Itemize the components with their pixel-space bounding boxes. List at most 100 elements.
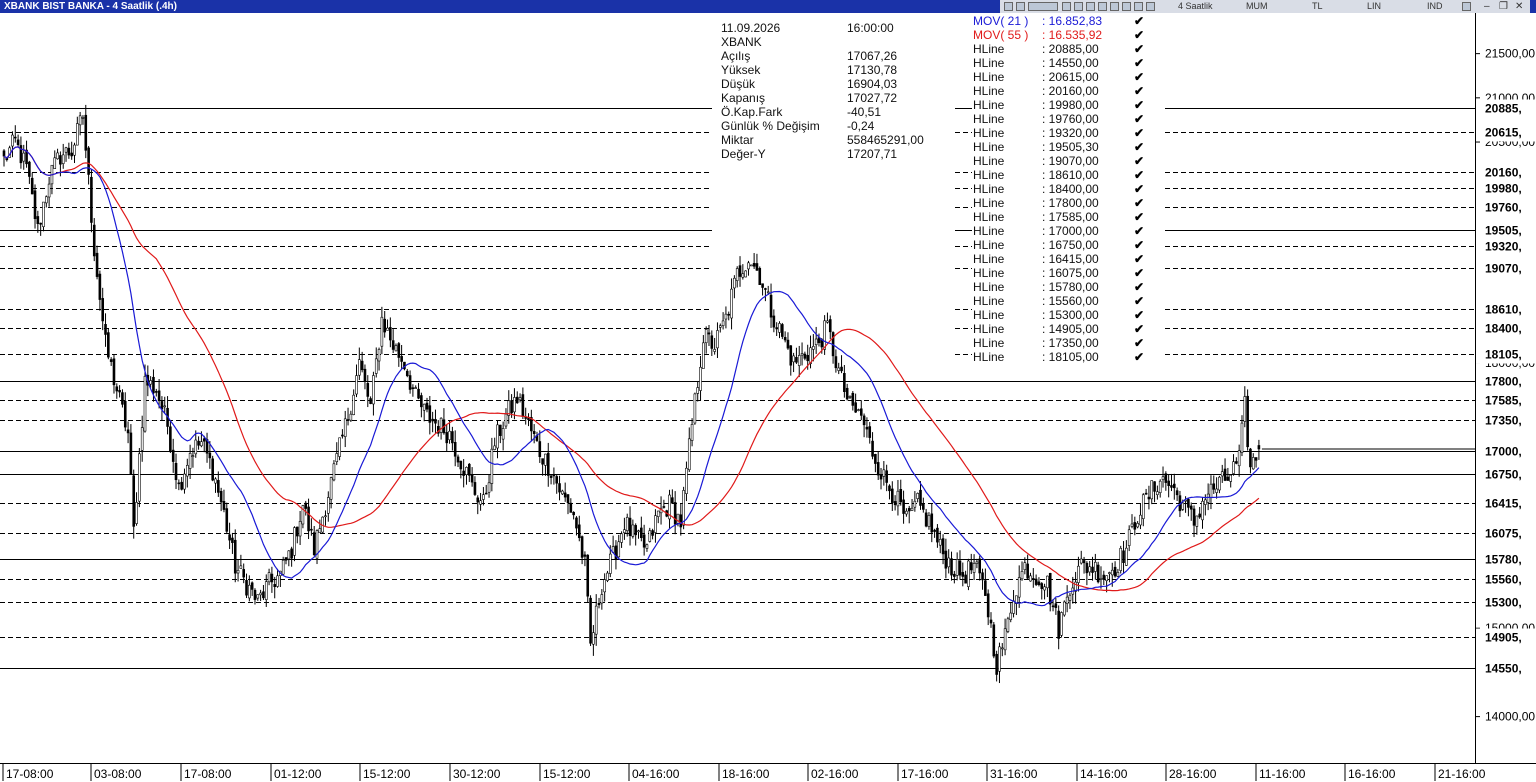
indicator-visible-check-icon[interactable]: ✔ — [1134, 350, 1144, 364]
indicator-visible-check-icon[interactable]: ✔ — [1134, 140, 1144, 154]
toolbar-check-icon[interactable] — [1146, 2, 1155, 11]
indicator-label[interactable]: HLine — [973, 182, 1004, 196]
candle-body — [143, 376, 147, 432]
mode-selector[interactable]: IND — [1427, 0, 1443, 13]
indicator-visible-check-icon[interactable]: ✔ — [1134, 196, 1144, 210]
indicator-label[interactable]: HLine — [973, 42, 1004, 56]
candle-body — [716, 330, 719, 349]
candle-body — [47, 183, 51, 198]
indicator-visible-check-icon[interactable]: ✔ — [1134, 56, 1144, 70]
candle-body — [586, 554, 590, 597]
indicator-label[interactable]: HLine — [973, 168, 1004, 182]
indicator-label[interactable]: HLine — [973, 280, 1004, 294]
indicator-label[interactable]: MOV( 21 ) — [973, 14, 1028, 28]
indicator-visible-check-icon[interactable]: ✔ — [1134, 182, 1144, 196]
toolbar-grid-icon[interactable] — [1016, 2, 1025, 11]
toolbar-move-icon[interactable] — [1074, 2, 1083, 11]
candle-body — [642, 534, 646, 548]
candle-body — [769, 294, 773, 318]
indicator-label[interactable]: HLine — [973, 98, 1004, 112]
indicator-visible-check-icon[interactable]: ✔ — [1134, 70, 1144, 84]
indicator-visible-check-icon[interactable]: ✔ — [1134, 112, 1144, 126]
indicator-label[interactable]: HLine — [973, 140, 1004, 154]
candle-body — [1249, 448, 1252, 468]
indicator-visible-check-icon[interactable]: ✔ — [1134, 154, 1144, 168]
indicator-label[interactable]: HLine — [973, 56, 1004, 70]
candle-body — [70, 152, 73, 157]
indicator-value: : 18105,00 — [1042, 350, 1099, 364]
candle-body — [417, 388, 420, 399]
indicator-visible-check-icon[interactable]: ✔ — [1134, 308, 1144, 322]
indicator-visible-check-icon[interactable]: ✔ — [1134, 322, 1144, 336]
indicator-visible-check-icon[interactable]: ✔ — [1134, 252, 1144, 266]
candle-body — [273, 584, 277, 588]
indicator-visible-check-icon[interactable]: ✔ — [1134, 210, 1144, 224]
minimize-button[interactable]: – — [1484, 1, 1490, 12]
candle-body — [338, 437, 341, 457]
toolbar-dot-icon[interactable] — [1086, 2, 1095, 11]
chart-style-selector[interactable]: MUM — [1246, 0, 1268, 13]
indicator-label[interactable]: HLine — [973, 252, 1004, 266]
indicator-label[interactable]: HLine — [973, 154, 1004, 168]
candle-body — [1136, 523, 1139, 528]
indicator-visible-check-icon[interactable]: ✔ — [1134, 224, 1144, 238]
currency-selector[interactable]: TL — [1312, 0, 1323, 13]
indicator-visible-check-icon[interactable]: ✔ — [1134, 126, 1144, 140]
close-button[interactable]: ✕ — [1515, 1, 1523, 12]
candle-body — [211, 458, 214, 481]
toolbar-select-icon[interactable] — [1122, 2, 1131, 11]
indicator-visible-check-icon[interactable]: ✔ — [1134, 98, 1144, 112]
indicator-label[interactable]: HLine — [973, 322, 1004, 336]
indicator-label[interactable]: HLine — [973, 308, 1004, 322]
indicator-visible-check-icon[interactable]: ✔ — [1134, 266, 1144, 280]
indicator-label[interactable]: HLine — [973, 224, 1004, 238]
alert-icon[interactable] — [1462, 2, 1471, 11]
indicator-label[interactable]: HLine — [973, 70, 1004, 84]
candle-body — [219, 490, 223, 503]
indicator-visible-check-icon[interactable]: ✔ — [1134, 84, 1144, 98]
indicator-label[interactable]: HLine — [973, 350, 1004, 364]
toolbar-magnet-icon[interactable] — [1110, 2, 1119, 11]
candle-body — [1147, 496, 1151, 500]
toolbar-chart-icon[interactable] — [1004, 2, 1013, 11]
candle-body — [913, 500, 917, 508]
indicator-label[interactable]: HLine — [973, 238, 1004, 252]
scale-selector[interactable]: LIN — [1367, 0, 1381, 13]
indicator-label[interactable]: HLine — [973, 294, 1004, 308]
window-title: XBANK BIST BANKA - 4 Saatlik (.4h) — [4, 1, 177, 12]
candle-body — [735, 268, 739, 281]
period-selector[interactable]: 4 Saatlik — [1178, 0, 1213, 13]
indicator-label[interactable]: HLine — [973, 112, 1004, 126]
indicator-label[interactable]: HLine — [973, 210, 1004, 224]
indicator-label[interactable]: HLine — [973, 336, 1004, 350]
indicator-visible-check-icon[interactable]: ✔ — [1134, 238, 1144, 252]
indicator-visible-check-icon[interactable]: ✔ — [1134, 14, 1144, 28]
candle-body — [840, 366, 843, 372]
indicator-visible-check-icon[interactable]: ✔ — [1134, 294, 1144, 308]
candle-body — [789, 345, 793, 366]
restore-button[interactable]: ❐ — [1499, 1, 1508, 12]
toolbar-format-icon[interactable] — [1028, 2, 1058, 11]
toolbar-brush-icon[interactable] — [1098, 2, 1107, 11]
candle-body — [276, 575, 279, 587]
toolbar-zoom-icon[interactable] — [1062, 2, 1071, 11]
indicator-visible-check-icon[interactable]: ✔ — [1134, 280, 1144, 294]
indicator-value: : 18610,00 — [1042, 168, 1099, 182]
indicator-visible-check-icon[interactable]: ✔ — [1134, 42, 1144, 56]
candle-body — [600, 594, 604, 604]
indicator-visible-check-icon[interactable]: ✔ — [1134, 28, 1144, 42]
candle-body — [372, 375, 375, 405]
candle-body — [476, 497, 480, 503]
indicator-label[interactable]: HLine — [973, 84, 1004, 98]
indicator-label[interactable]: HLine — [973, 196, 1004, 210]
x-tick-label: 17-08:00 — [184, 767, 232, 781]
indicator-visible-check-icon[interactable]: ✔ — [1134, 168, 1144, 182]
candle-body — [944, 550, 948, 569]
candle-body — [335, 453, 339, 463]
indicator-label[interactable]: HLine — [973, 266, 1004, 280]
candle-body — [101, 298, 104, 322]
indicator-label[interactable]: MOV( 55 ) — [973, 28, 1028, 42]
indicator-visible-check-icon[interactable]: ✔ — [1134, 336, 1144, 350]
toolbar-pencil-icon[interactable] — [1134, 2, 1143, 11]
indicator-label[interactable]: HLine — [973, 126, 1004, 140]
